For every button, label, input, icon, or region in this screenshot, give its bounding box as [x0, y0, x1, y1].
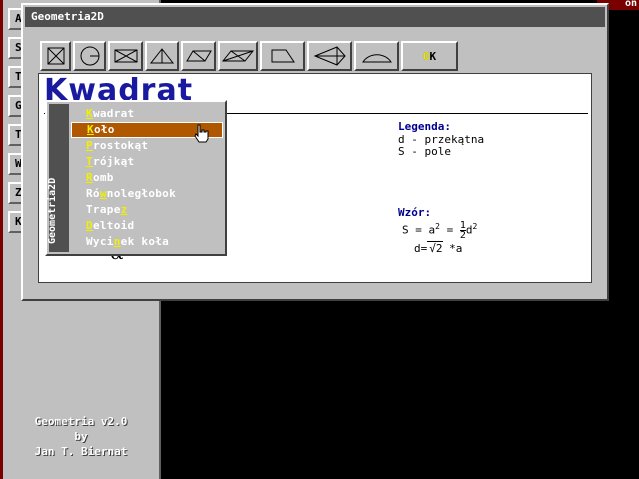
menu-hotkey: n: [113, 235, 121, 248]
menu-item-label: ek koła: [120, 235, 170, 248]
menu-item-label: oło: [93, 123, 115, 136]
triangle-icon: [149, 48, 175, 64]
sqrt-radicand: √2: [427, 241, 443, 255]
sqrt-value: 2: [435, 242, 443, 255]
menu-hotkey: R: [86, 171, 93, 184]
menu-item-wycinek-kola[interactable]: Wycinek koła: [71, 234, 223, 250]
formula-diagonal-rhs: *a: [442, 242, 463, 255]
window-title[interactable]: Geometria2D: [25, 7, 605, 27]
menu-side-bar: Geometria2D: [47, 104, 69, 252]
menu-item-label: noległobok: [106, 187, 177, 200]
menu-item-kwadrat[interactable]: Kwadrat: [71, 106, 223, 122]
triangle-button[interactable]: [145, 41, 179, 71]
menu-item-prefix: Trape: [86, 203, 121, 216]
formula-diagonal: d= √2 *a: [414, 241, 463, 255]
menu-item-label: rostokąt: [92, 139, 149, 152]
formula-area-exp: 2: [435, 221, 440, 231]
menu-hotkey: P: [86, 139, 93, 152]
circle-button[interactable]: [73, 41, 106, 71]
circular-sector-button[interactable]: [354, 41, 399, 71]
menu-item-trapez[interactable]: Trapez: [71, 202, 223, 218]
menu-hotkey: K: [87, 123, 94, 136]
credits: Geometria v2.0 by Jan T. Biernat: [8, 414, 154, 459]
circle-icon: [80, 46, 99, 66]
menu-item-label: omb: [92, 171, 114, 184]
trapezoid-button[interactable]: [260, 41, 305, 71]
menu-item-prefix: Wyci: [86, 235, 114, 248]
menu-hotkey: z: [120, 203, 128, 216]
ok-button[interactable]: OK: [401, 41, 458, 71]
menu-item-rownoleglobok[interactable]: Równoległobok: [71, 186, 223, 202]
menu-side-label: Geometria2D: [47, 177, 58, 244]
ok-hotkey: O: [422, 49, 430, 63]
rhombus-button[interactable]: [181, 41, 216, 71]
menu-item-label: wadrat: [92, 107, 135, 120]
legend-title: Legenda:: [398, 120, 451, 133]
formula-area-d-exp: 2: [472, 221, 478, 231]
formula-diagonal-lhs: d=: [414, 242, 428, 255]
menu-item-label: eltoid: [92, 219, 135, 232]
menu-hotkey: T: [86, 155, 93, 168]
menu-item-deltoid[interactable]: Deltoid: [71, 218, 223, 234]
hand-cursor-icon: [194, 124, 209, 143]
menu-hotkey: K: [86, 107, 93, 120]
formula-area: S = a2 = 1 2 d2: [402, 221, 478, 241]
parallelogram-icon: [221, 50, 255, 62]
rectangle-icon: [114, 49, 137, 63]
formula-title: Wzór:: [398, 206, 432, 219]
menu-item-trojkat[interactable]: Trójkąt: [71, 154, 223, 170]
background-app-edge: [0, 0, 3, 479]
square-icon: [47, 47, 64, 65]
trapezoid-icon: [271, 49, 295, 63]
credits-line-by: by: [74, 430, 88, 443]
credits-line-author: Jan T. Biernat: [34, 445, 128, 458]
menu-item-romb[interactable]: Romb: [71, 170, 223, 186]
rectangle-button[interactable]: [108, 41, 143, 71]
legend-line-area: S - pole: [398, 145, 451, 158]
square-button[interactable]: [40, 41, 71, 71]
menu-hotkey: w: [99, 187, 107, 200]
ok-label: K: [429, 49, 437, 63]
formula-area-lhs: S = a: [402, 223, 436, 237]
rhombus-icon: [185, 50, 212, 62]
menu-item-label: rójkąt: [92, 155, 135, 168]
menu-item-prefix: Ró: [86, 187, 100, 200]
deltoid-icon: [313, 46, 346, 66]
circular-sector-icon: [361, 54, 392, 63]
credits-line-app: Geometria v2.0: [34, 415, 128, 428]
menu-hotkey: D: [86, 219, 93, 232]
parallelogram-button[interactable]: [218, 41, 258, 71]
deltoid-button[interactable]: [307, 41, 352, 71]
formula-area-eq: =: [446, 223, 454, 237]
